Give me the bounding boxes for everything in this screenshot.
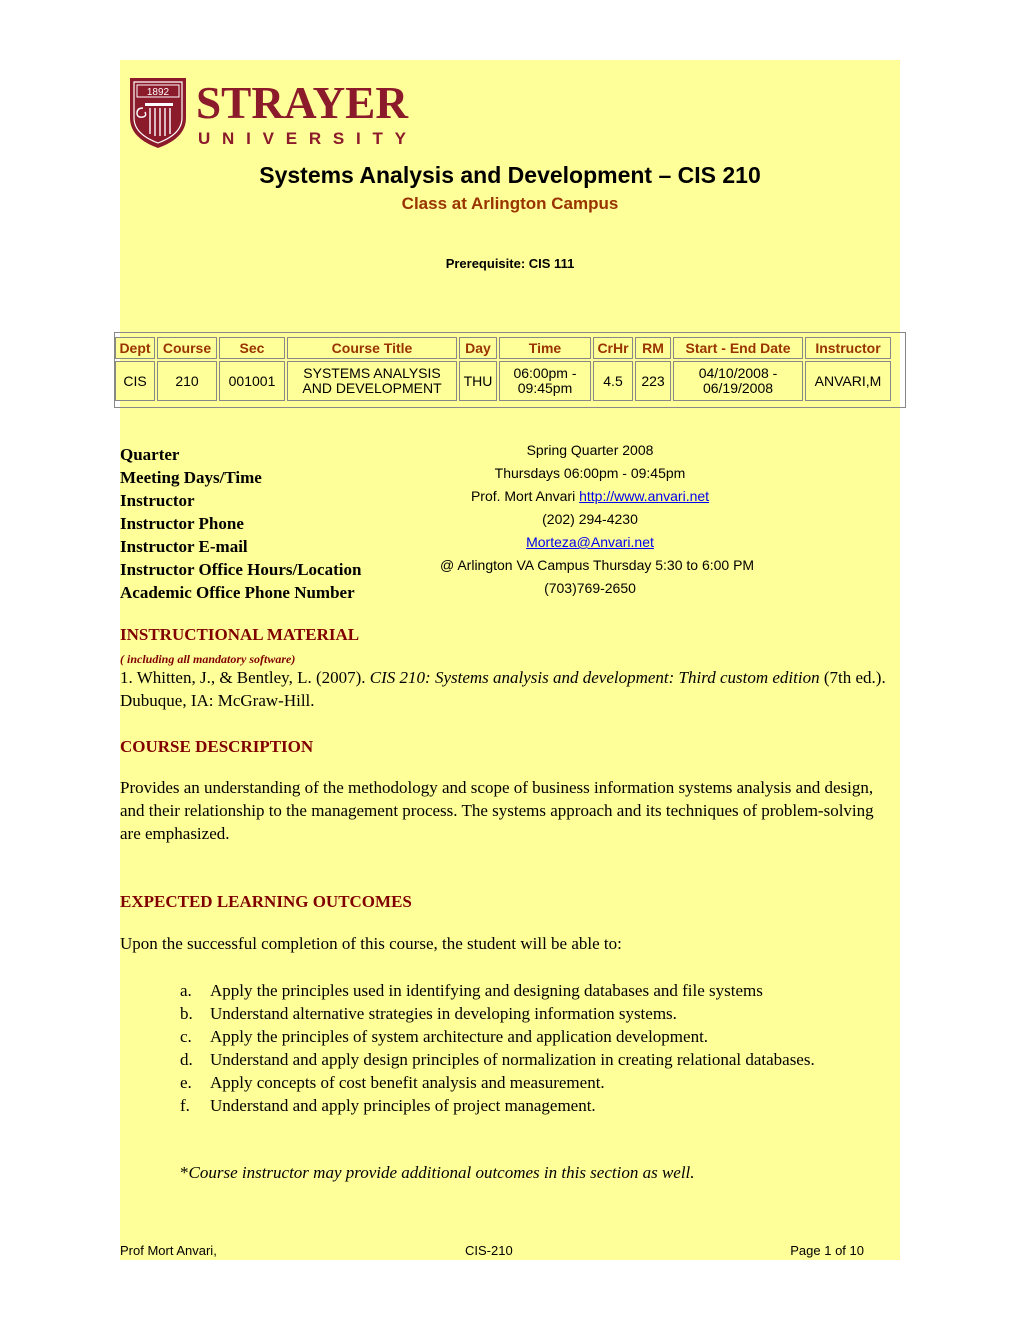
university-shield-icon: 1892 STRAYER UNIVERSITY bbox=[130, 77, 409, 148]
list-item: d. Understand and apply design principles… bbox=[180, 1050, 815, 1069]
info-row-office: Instructor Office Hours/Location @ Arlin… bbox=[120, 557, 900, 580]
course-subtitle: Class at Arlington Campus bbox=[401, 194, 619, 213]
ref-title-a: CIS 210: Systems analysis and developmen… bbox=[369, 668, 769, 687]
col-title: Course Title bbox=[287, 337, 457, 359]
cell-time-line1: 06:00pm - bbox=[513, 365, 577, 381]
schedule-table: Dept Course Sec Course Title Day Time Cr… bbox=[113, 335, 893, 403]
info-row-academic: Academic Office Phone Number (703)769-26… bbox=[120, 580, 900, 603]
phone-label: Instructor Phone bbox=[120, 514, 244, 533]
cell-date-line1: 04/10/2008 - bbox=[698, 365, 778, 381]
info-row-email: Instructor E-mail Morteza@Anvari.net bbox=[120, 534, 900, 557]
cell-course: 210 bbox=[157, 361, 217, 401]
logo-name: STRAYER bbox=[196, 77, 409, 128]
col-sec: Sec bbox=[219, 337, 285, 359]
cell-sec: 001001 bbox=[219, 361, 285, 401]
course-description-heading: COURSE DESCRIPTION bbox=[120, 737, 314, 756]
schedule-header-row: Dept Course Sec Course Title Day Time Cr… bbox=[115, 337, 891, 359]
col-time: Time bbox=[499, 337, 591, 359]
page-footer: Prof Mort Anvari, CIS-210 Page 1 of 10 bbox=[120, 1243, 900, 1260]
learning-outcomes-intro: Upon the successful completion of this c… bbox=[120, 934, 622, 953]
cell-title-line2: AND DEVELOPMENT bbox=[302, 380, 442, 396]
ref-prefix: 1. Whitten, J., & Bentley, L. (2007). bbox=[120, 668, 370, 687]
cell-rm: 223 bbox=[635, 361, 671, 401]
academic-label: Academic Office Phone Number bbox=[120, 583, 355, 602]
meeting-value: Thursdays 06:00pm - 09:45pm bbox=[494, 465, 686, 481]
phone-value: (202) 294-4230 bbox=[542, 511, 638, 527]
quarter-label: Quarter bbox=[120, 445, 180, 464]
course-title: Systems Analysis and Development – CIS 2… bbox=[259, 162, 761, 188]
instructor-label: Instructor bbox=[120, 491, 195, 510]
academic-value: (703)769-2650 bbox=[544, 580, 636, 596]
cell-dates: 04/10/2008 -06/19/2008 bbox=[673, 361, 803, 401]
strayer-logo: 1892 STRAYER UNIVERSITY bbox=[128, 72, 418, 150]
info-row-quarter: Quarter Spring Quarter 2008 bbox=[120, 442, 900, 465]
course-description-text: Provides an understanding of the methodo… bbox=[120, 778, 874, 843]
instructor-website-link[interactable]: http://www.anvari.net bbox=[579, 488, 709, 504]
col-dept: Dept bbox=[115, 337, 155, 359]
list-item: e. Apply concepts of cost benefit analysi… bbox=[180, 1073, 605, 1092]
document-page: 1892 STRAYER UNIVERSITY Systems Analysis… bbox=[114, 60, 906, 1260]
office-label: Instructor Office Hours/Location bbox=[120, 560, 362, 579]
list-item: f. Understand and apply principles of pro… bbox=[180, 1096, 596, 1115]
instructor-value: Prof. Mort Anvari http://www.anvari.net bbox=[440, 488, 740, 504]
cell-day: THU bbox=[459, 361, 497, 401]
email-value: Morteza@Anvari.net bbox=[440, 534, 740, 550]
col-day: Day bbox=[459, 337, 497, 359]
cell-instructor: ANVARI,M bbox=[805, 361, 891, 401]
prerequisite: Prerequisite: CIS 111 bbox=[445, 256, 575, 271]
info-row-meeting: Meeting Days/Time Thursdays 06:00pm - 09… bbox=[120, 465, 900, 488]
quarter-value: Spring Quarter 2008 bbox=[526, 442, 654, 458]
office-value: @ Arlington VA Campus Thursday 5:30 to 6… bbox=[440, 557, 755, 573]
instructor-email-link[interactable]: Morteza@Anvari.net bbox=[526, 534, 654, 550]
table-row: CIS 210 001001 SYSTEMS ANALYSIS AND DEVEL… bbox=[115, 361, 891, 401]
footer-page-number: Page 1 of 10 bbox=[790, 1243, 864, 1258]
list-item: a. Apply the principles used in identifyi… bbox=[180, 981, 763, 1000]
list-item: b. Understand alternative strategies in d… bbox=[180, 1004, 677, 1023]
learning-outcomes-list: a. Apply the principles used in identifyi… bbox=[180, 979, 880, 1117]
course-info: Quarter Spring Quarter 2008 Meeting Days… bbox=[120, 442, 900, 603]
cell-time: 06:00pm -09:45pm bbox=[499, 361, 591, 401]
schedule-table-frame: Dept Course Sec Course Title Day Time Cr… bbox=[114, 332, 906, 408]
info-row-phone: Instructor Phone (202) 294-4230 bbox=[120, 511, 900, 534]
cell-crhr: 4.5 bbox=[593, 361, 633, 401]
logo-subname: UNIVERSITY bbox=[198, 129, 407, 148]
info-row-instructor: Instructor Prof. Mort Anvari http://www.… bbox=[120, 488, 900, 511]
col-course: Course bbox=[157, 337, 217, 359]
instructional-material-heading: INSTRUCTIONAL MATERIAL bbox=[120, 625, 360, 644]
cell-date-line2: 06/19/2008 bbox=[702, 380, 774, 396]
col-rm: RM bbox=[635, 337, 671, 359]
col-crhr: CrHr bbox=[593, 337, 633, 359]
cell-time-line2: 09:45pm bbox=[517, 380, 573, 396]
outcomes-footnote: *Course instructor may provide additiona… bbox=[180, 1163, 695, 1182]
cell-title: SYSTEMS ANALYSIS AND DEVELOPMENT bbox=[287, 361, 457, 401]
col-instructor: Instructor bbox=[805, 337, 891, 359]
footer-author: Prof Mort Anvari, bbox=[120, 1243, 217, 1258]
email-label: Instructor E-mail bbox=[120, 537, 248, 556]
logo-year: 1892 bbox=[147, 87, 170, 98]
cell-dept: CIS bbox=[115, 361, 155, 401]
instructor-name: Prof. Mort Anvari bbox=[470, 488, 576, 504]
col-dates: Start - End Date bbox=[673, 337, 803, 359]
list-item: c. Apply the principles of system archite… bbox=[180, 1027, 709, 1046]
learning-outcomes-heading: EXPECTED LEARNING OUTCOMES bbox=[120, 892, 412, 911]
ref-title-b: edition bbox=[772, 668, 820, 687]
textbook-reference: 1. Whitten, J., & Bentley, L. (2007). CI… bbox=[120, 666, 895, 712]
cell-title-line1: SYSTEMS ANALYSIS bbox=[303, 365, 441, 381]
footer-course: CIS-210 bbox=[465, 1243, 513, 1258]
instructional-material-note: ( including all mandatory software) bbox=[120, 652, 296, 666]
meeting-label: Meeting Days/Time bbox=[120, 468, 262, 487]
